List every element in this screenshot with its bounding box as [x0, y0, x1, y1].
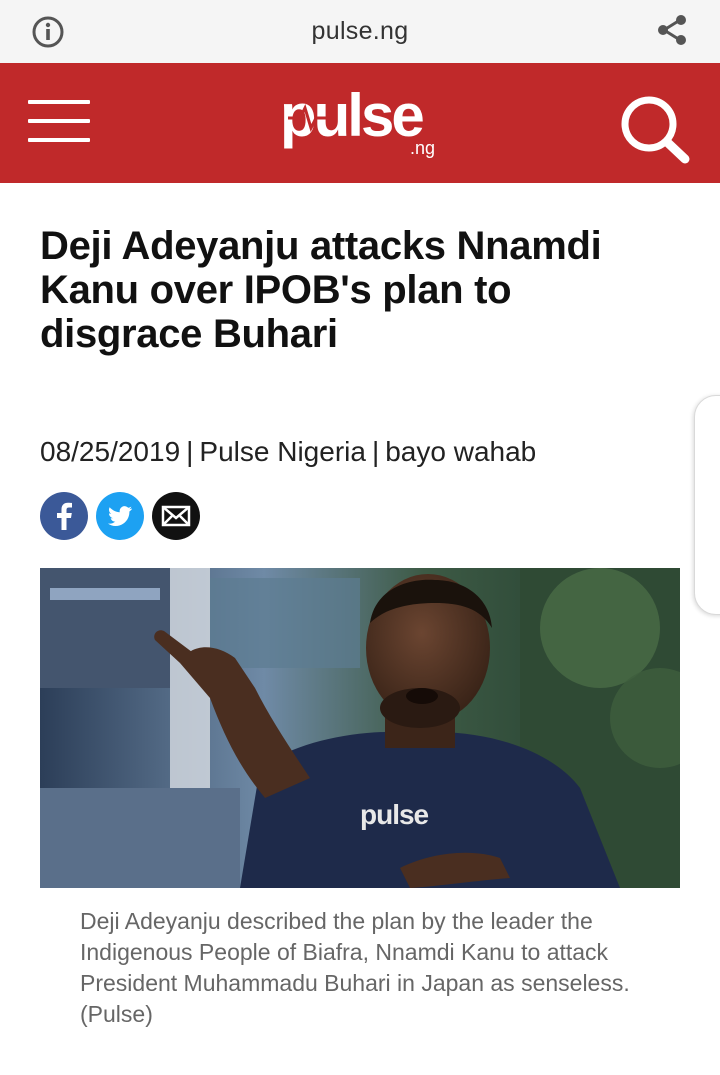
article-photo[interactable]: pulse [40, 568, 680, 888]
hamburger-menu-icon[interactable] [28, 100, 90, 144]
twitter-icon [108, 506, 132, 526]
facebook-icon [57, 502, 72, 530]
email-share-button[interactable] [152, 492, 200, 540]
article-meta: 08/25/2019 | Pulse Nigeria | bayo wahab [40, 436, 536, 468]
twitter-share-button[interactable] [96, 492, 144, 540]
article-source[interactable]: Pulse Nigeria [199, 436, 366, 467]
meta-separator: | [371, 436, 380, 467]
article-author[interactable]: bayo wahab [385, 436, 536, 467]
shirt-logo-text: pulse [360, 799, 429, 830]
email-icon [161, 505, 191, 527]
meta-separator: | [186, 436, 194, 467]
photo-caption: Deji Adeyanju described the plan by the … [80, 908, 630, 1027]
article-date: 08/25/2019 [40, 436, 181, 467]
facebook-share-button[interactable] [40, 492, 88, 540]
share-icon[interactable] [654, 12, 690, 48]
article-headline: Deji Adeyanju attacks Nnamdi Kanu over I… [40, 224, 602, 356]
search-icon[interactable] [617, 93, 693, 165]
edge-side-panel-handle[interactable] [694, 395, 720, 615]
browser-address-bar: pulse.ng [0, 0, 720, 64]
pulse-logo[interactable]: pulse .ng [278, 80, 448, 160]
url-text[interactable]: pulse.ng [0, 17, 720, 46]
logo-suffix: .ng [410, 138, 435, 158]
